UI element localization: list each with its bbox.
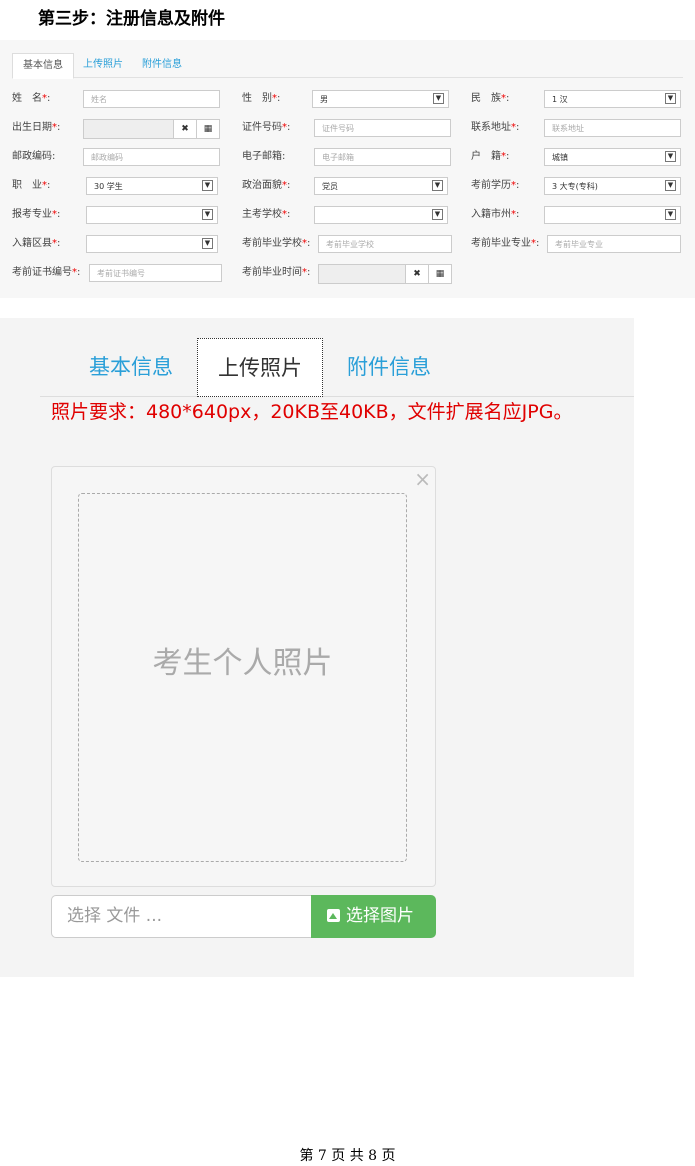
basic-info-form-screenshot: 基本信息 上传照片 附件信息 姓 名*: 姓名 性 别*: 男 ▼ 民 族*: 1… <box>0 40 695 298</box>
political-label: 政治面貌*: <box>242 180 291 191</box>
photo-preview-frame: × 考生个人照片 <box>51 466 436 887</box>
education-select[interactable]: 3 大专(专科) ▼ <box>544 177 681 195</box>
ethnicity-label: 民 族*: <box>471 93 510 104</box>
step-heading: 第三步：注册信息及附件 <box>38 9 225 29</box>
tab-basic-info[interactable]: 基本信息 <box>12 53 74 79</box>
school-select[interactable]: ▼ <box>314 206 448 224</box>
chevron-down-icon: ▼ <box>432 209 443 220</box>
address-label: 联系地址*: <box>471 122 520 133</box>
household-label: 户 籍*: <box>471 151 510 162</box>
tab-attachments[interactable]: 附件信息 <box>347 338 431 396</box>
birth-date-input[interactable]: ✖ ▦ <box>83 119 220 139</box>
school-label: 主考学校*: <box>242 209 291 220</box>
clear-icon[interactable]: ✖ <box>173 120 196 138</box>
postcode-label: 邮政编码: <box>12 151 56 162</box>
clear-icon[interactable]: ✖ <box>405 265 428 283</box>
chevron-down-icon: ▼ <box>433 93 444 104</box>
cert-no-label: 考前证书编号*: <box>12 267 81 278</box>
chevron-down-icon: ▼ <box>202 209 213 220</box>
major-select[interactable]: ▼ <box>86 206 218 224</box>
occupation-select[interactable]: 30 学生 ▼ <box>86 177 218 195</box>
photo-requirement-text: 照片要求：480*640px，20KB至40KB，文件扩展名应JPG。 <box>51 401 573 423</box>
choose-image-button[interactable]: 选择图片 <box>311 895 436 938</box>
city-label: 入籍市州*: <box>471 209 520 220</box>
photo-drop-area[interactable]: 考生个人照片 <box>78 493 407 862</box>
major-label: 报考专业*: <box>12 209 61 220</box>
chevron-down-icon: ▼ <box>432 180 443 191</box>
tab-upload-photo[interactable]: 上传照片 <box>83 53 123 77</box>
close-icon[interactable]: × <box>414 467 431 491</box>
birth-date-label: 出生日期*: <box>12 122 61 133</box>
gender-label: 性 别*: <box>242 93 281 104</box>
chevron-down-icon: ▼ <box>665 151 676 162</box>
grad-school-label: 考前毕业学校*: <box>242 238 311 249</box>
calendar-icon[interactable]: ▦ <box>196 120 219 138</box>
tab-basic-info[interactable]: 基本信息 <box>89 338 173 396</box>
grad-major-input[interactable]: 考前毕业专业 <box>547 235 681 253</box>
city-select[interactable]: ▼ <box>544 206 681 224</box>
chevron-down-icon: ▼ <box>202 238 213 249</box>
file-name-input[interactable]: 选择 文件 ... <box>51 895 311 938</box>
photo-placeholder-text: 考生个人照片 <box>152 646 333 681</box>
form-tabs: 基本信息 上传照片 附件信息 <box>12 53 683 79</box>
grad-major-label: 考前毕业专业*: <box>471 238 540 249</box>
grad-time-input[interactable]: ✖ ▦ <box>318 264 452 284</box>
grad-school-input[interactable]: 考前毕业学校 <box>318 235 452 253</box>
name-input[interactable]: 姓名 <box>83 90 220 108</box>
name-label: 姓 名*: <box>12 93 51 104</box>
education-label: 考前学历*: <box>471 180 520 191</box>
ethnicity-select[interactable]: 1 汉 ▼ <box>544 90 681 108</box>
calendar-icon[interactable]: ▦ <box>428 265 451 283</box>
image-icon <box>327 909 340 922</box>
postcode-input[interactable]: 邮政编码 <box>83 148 220 166</box>
chevron-down-icon: ▼ <box>665 93 676 104</box>
household-select[interactable]: 城镇 ▼ <box>544 148 681 166</box>
district-select[interactable]: ▼ <box>86 235 218 253</box>
id-number-label: 证件号码*: <box>242 122 291 133</box>
chevron-down-icon: ▼ <box>202 180 213 191</box>
upload-tabs: 基本信息 上传照片 附件信息 <box>40 338 634 397</box>
email-input[interactable]: 电子邮箱 <box>314 148 451 166</box>
district-label: 入籍区县*: <box>12 238 61 249</box>
occupation-label: 职 业*: <box>12 180 51 191</box>
tab-attachments[interactable]: 附件信息 <box>142 53 182 77</box>
gender-select[interactable]: 男 ▼ <box>312 90 449 108</box>
chevron-down-icon: ▼ <box>665 180 676 191</box>
political-select[interactable]: 党员 ▼ <box>314 177 448 195</box>
chevron-down-icon: ▼ <box>665 209 676 220</box>
address-input[interactable]: 联系地址 <box>544 119 681 137</box>
tab-upload-photo[interactable]: 上传照片 <box>197 338 323 397</box>
id-number-input[interactable]: 证件号码 <box>314 119 451 137</box>
grad-time-label: 考前毕业时间*: <box>242 267 311 278</box>
email-label: 电子邮箱: <box>242 151 286 162</box>
upload-photo-screenshot: 基本信息 上传照片 附件信息 照片要求：480*640px，20KB至40KB，… <box>0 318 634 977</box>
cert-no-input[interactable]: 考前证书编号 <box>89 264 222 282</box>
page-footer: 第 7 页 共 8 页 <box>299 1148 396 1164</box>
